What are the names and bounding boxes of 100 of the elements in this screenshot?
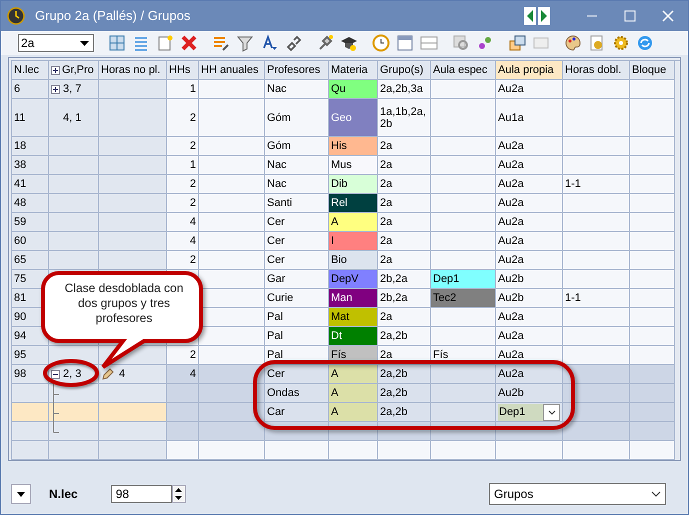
table-cell: Au2a	[496, 308, 563, 327]
table-cell: Tec2	[431, 289, 496, 308]
dropdown-button[interactable]	[11, 484, 31, 504]
column-header[interactable]: Horas no pl.	[99, 61, 167, 80]
table-cell: Au1a	[496, 99, 563, 137]
gear-icon[interactable]	[612, 34, 630, 52]
table-cell	[49, 194, 99, 213]
maximize-icon[interactable]	[624, 10, 636, 22]
list-icon[interactable]	[132, 34, 150, 52]
table-cell	[265, 441, 329, 460]
calendar-icon[interactable]	[396, 34, 414, 52]
refresh-icon[interactable]	[636, 34, 654, 52]
table-cell	[99, 232, 167, 251]
palette-icon[interactable]	[564, 34, 582, 52]
table-cell	[199, 441, 265, 460]
table-cell: 2a,2b,3a	[378, 80, 431, 99]
table-cell: Geo	[329, 99, 378, 137]
table-cell	[630, 213, 675, 232]
new-document-icon[interactable]	[156, 34, 174, 52]
table-cell	[167, 441, 199, 460]
table-cell	[99, 156, 167, 175]
windows-icon[interactable]	[508, 34, 526, 52]
table-cell: His	[329, 137, 378, 156]
table-cell: Nac	[265, 175, 329, 194]
clock-icon[interactable]	[372, 34, 390, 52]
expand-icon[interactable]	[51, 84, 60, 94]
table-cell	[378, 441, 431, 460]
table-cell: Car	[265, 403, 329, 422]
close-icon[interactable]	[662, 10, 674, 22]
previous-arrow-icon[interactable]	[524, 7, 536, 25]
column-header[interactable]: Bloque	[630, 61, 675, 80]
table-cell: Dt	[329, 327, 378, 346]
table-cell: 65	[12, 251, 49, 270]
table-cell: A	[329, 384, 378, 403]
table-cell	[630, 194, 675, 213]
column-header-text[interactable]: Gr,Pro	[62, 61, 94, 79]
column-header[interactable]: Profesores	[265, 61, 329, 80]
table-cell: Au2a	[496, 327, 563, 346]
table-cell: Nac	[265, 156, 329, 175]
column-header[interactable]: Horas dobl.	[563, 61, 630, 80]
table-cell: 41	[12, 175, 49, 194]
table-cell	[563, 270, 630, 289]
view-select[interactable]: Grupos	[489, 483, 666, 505]
next-arrow-icon[interactable]	[538, 7, 550, 25]
column-header[interactable]: N.lec	[12, 61, 49, 80]
number-field[interactable]: 98	[110, 485, 172, 503]
table-cell: Cer	[265, 213, 329, 232]
column-header[interactable]: Materia	[329, 61, 378, 80]
column-header[interactable]: HHs	[167, 61, 199, 80]
edit-list-icon[interactable]	[212, 34, 230, 52]
table-cell	[431, 80, 496, 99]
people-icon[interactable]	[476, 34, 494, 52]
table-cell: 1	[167, 156, 199, 175]
column-header[interactable]: Aula espec	[431, 61, 496, 80]
column-header[interactable]: Aula propia	[496, 61, 563, 80]
spin-buttons[interactable]	[172, 485, 186, 503]
table-cell: Cer	[265, 251, 329, 270]
table-icon[interactable]	[420, 34, 438, 52]
table-cell	[99, 175, 167, 194]
table-cell: 2	[167, 194, 199, 213]
class-select[interactable]: 2a	[18, 34, 94, 52]
table-cell: 95	[12, 346, 49, 365]
table-cell	[199, 80, 265, 99]
table-cell: 4	[167, 232, 199, 251]
table-cell	[49, 251, 99, 270]
table-cell	[199, 213, 265, 232]
grid-icon[interactable]	[108, 34, 126, 52]
table-cell	[630, 422, 675, 441]
table-cell	[199, 175, 265, 194]
table-cell	[563, 213, 630, 232]
table-cell	[329, 441, 378, 460]
table-cell	[496, 441, 563, 460]
highlight-ellipse	[42, 358, 100, 388]
table-cell: 4, 1	[49, 99, 99, 137]
table-cell	[563, 137, 630, 156]
expand-icon[interactable]	[51, 66, 60, 74]
table-cell: 2a	[378, 232, 431, 251]
chevron-down-icon	[651, 491, 661, 497]
table-cell	[167, 422, 199, 441]
table-cell	[49, 137, 99, 156]
table-cell	[630, 346, 675, 365]
link-icon[interactable]	[284, 34, 302, 52]
search-icon[interactable]	[452, 34, 470, 52]
filter-icon[interactable]	[236, 34, 254, 52]
table-cell: Góm	[265, 137, 329, 156]
graduation-cap-icon[interactable]	[340, 34, 358, 52]
table-cell: 2a	[378, 213, 431, 232]
table-cell: Au2b	[496, 270, 563, 289]
collapse-icon[interactable]	[51, 370, 60, 378]
table-cell: Au2b	[496, 289, 563, 308]
callout-text: Clase desdoblada con dos grupos y tres profesores	[64, 281, 184, 326]
table-cell	[563, 99, 630, 137]
delete-icon[interactable]	[180, 34, 198, 52]
header-cell[interactable]: Gr,Pro	[49, 61, 99, 80]
pencil-icon[interactable]	[101, 367, 115, 381]
room-dropdown[interactable]: Dep1	[498, 404, 560, 420]
table-cell	[630, 384, 675, 403]
table-cell	[563, 251, 630, 270]
column-header[interactable]: Grupo(s)	[378, 61, 431, 80]
column-header[interactable]: HH anuales	[199, 61, 265, 80]
